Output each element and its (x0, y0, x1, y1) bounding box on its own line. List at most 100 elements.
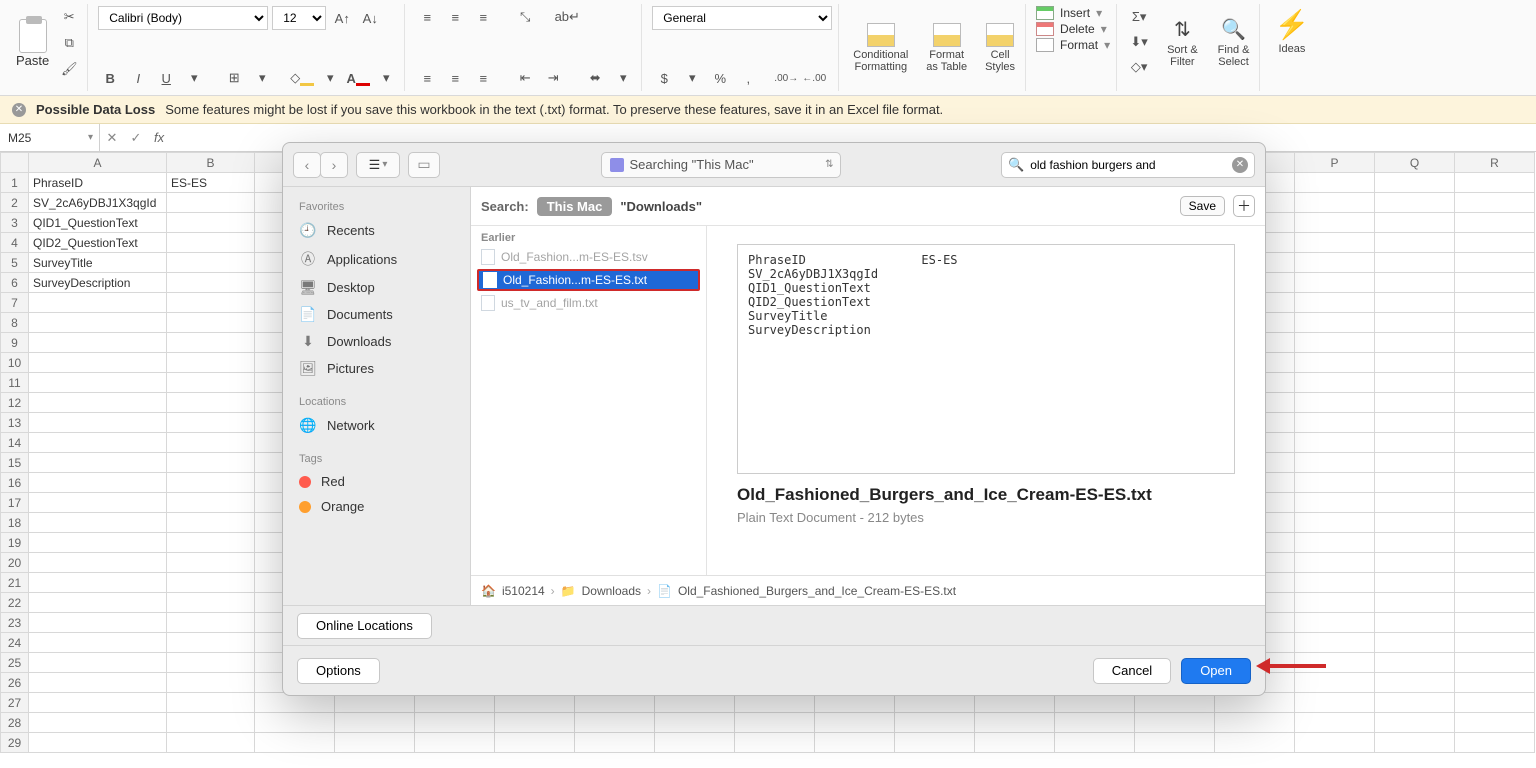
row-header[interactable]: 3 (1, 213, 29, 233)
conditional-formatting-button[interactable]: Conditional Formatting (849, 21, 912, 75)
row-header[interactable]: 22 (1, 593, 29, 613)
cell[interactable] (29, 473, 167, 493)
insert-button[interactable]: Insert▾ (1036, 6, 1110, 20)
location-dropdown[interactable]: Searching "This Mac" ⇅ (601, 152, 841, 178)
cell[interactable] (335, 733, 415, 753)
col-header-A[interactable]: A (29, 153, 167, 173)
cell[interactable] (167, 473, 255, 493)
name-box[interactable]: M25 (0, 124, 100, 151)
cell[interactable] (29, 293, 167, 313)
cell[interactable] (895, 733, 975, 753)
cell[interactable] (1375, 213, 1455, 233)
cell[interactable] (1455, 593, 1535, 613)
align-top-button[interactable]: ≡ (415, 6, 439, 28)
cell[interactable] (1375, 613, 1455, 633)
cell[interactable] (495, 733, 575, 753)
cell[interactable] (29, 413, 167, 433)
cell[interactable] (1375, 733, 1455, 753)
cell[interactable] (1295, 193, 1375, 213)
clear-search-button[interactable]: ✕ (1232, 157, 1248, 173)
file-row[interactable]: Old_Fashion...m-ES-ES.tsv (471, 246, 706, 268)
cell[interactable] (1295, 393, 1375, 413)
cell[interactable] (1375, 393, 1455, 413)
cell[interactable] (1455, 513, 1535, 533)
cell[interactable] (1295, 693, 1375, 713)
cell[interactable] (1295, 253, 1375, 273)
cell[interactable] (1455, 413, 1535, 433)
cell[interactable] (1455, 293, 1535, 313)
add-criteria-button[interactable]: ＋ (1233, 195, 1255, 217)
cell[interactable] (29, 313, 167, 333)
cell[interactable] (29, 693, 167, 713)
cell[interactable] (167, 433, 255, 453)
cell[interactable] (167, 533, 255, 553)
percent-button[interactable]: % (708, 67, 732, 89)
cell[interactable] (575, 713, 655, 733)
currency-button[interactable]: $ (652, 67, 676, 89)
cell[interactable] (655, 713, 735, 733)
cell[interactable] (1455, 173, 1535, 193)
cell[interactable] (29, 713, 167, 733)
cell[interactable] (29, 653, 167, 673)
cell[interactable] (29, 353, 167, 373)
cell[interactable] (167, 573, 255, 593)
cell[interactable] (1455, 713, 1535, 733)
row-header[interactable]: 6 (1, 273, 29, 293)
cell[interactable] (1295, 353, 1375, 373)
clear-button[interactable]: ◇▾ (1127, 56, 1151, 78)
cell[interactable] (1375, 693, 1455, 713)
cell[interactable] (29, 733, 167, 753)
cell[interactable] (1375, 353, 1455, 373)
cell[interactable] (1455, 653, 1535, 673)
cell[interactable]: SV_2cA6yDBJ1X3qgId (29, 193, 167, 213)
cell[interactable] (29, 493, 167, 513)
align-bottom-button[interactable]: ≡ (471, 6, 495, 28)
format-button[interactable]: Format▾ (1036, 38, 1110, 52)
cell[interactable] (167, 293, 255, 313)
align-left-button[interactable]: ≡ (415, 67, 439, 89)
cell[interactable] (1295, 433, 1375, 453)
cut-button[interactable]: ✂ (57, 6, 81, 28)
cancel-button[interactable]: Cancel (1093, 658, 1171, 684)
cell[interactable] (415, 713, 495, 733)
sidebar-item-pictures[interactable]: 🖼Pictures (283, 355, 470, 382)
scope-this-mac[interactable]: This Mac (537, 197, 613, 216)
cell[interactable] (167, 613, 255, 633)
cell[interactable] (1295, 173, 1375, 193)
cell[interactable] (167, 373, 255, 393)
cell[interactable] (1375, 313, 1455, 333)
row-header[interactable]: 12 (1, 393, 29, 413)
cell[interactable] (167, 633, 255, 653)
cell[interactable] (1295, 553, 1375, 573)
cell-styles-button[interactable]: Cell Styles (981, 21, 1019, 75)
file-row[interactable]: us_tv_and_film.txt (471, 292, 706, 314)
search-field[interactable]: 🔍 ✕ (1001, 152, 1255, 178)
borders-dropdown[interactable]: ▾ (250, 67, 274, 89)
cell[interactable] (1375, 193, 1455, 213)
cell[interactable] (1295, 413, 1375, 433)
sidebar-item-documents[interactable]: 📄Documents (283, 301, 470, 328)
cell[interactable] (815, 713, 895, 733)
fill-color-dropdown[interactable]: ▾ (318, 67, 342, 89)
close-warning-button[interactable]: ✕ (12, 103, 26, 117)
cell[interactable] (1295, 533, 1375, 553)
sidebar-item-desktop[interactable]: 🖥Desktop (283, 274, 470, 301)
cell[interactable] (167, 253, 255, 273)
crumb[interactable]: i510214 (502, 584, 545, 598)
row-header[interactable]: 16 (1, 473, 29, 493)
row-header[interactable]: 26 (1, 673, 29, 693)
enter-formula-button[interactable]: ✓ (124, 130, 148, 146)
cell[interactable] (1295, 273, 1375, 293)
orientation-button[interactable]: ⤡ (513, 6, 537, 28)
cell[interactable] (167, 513, 255, 533)
sidebar-item-downloads[interactable]: ⬇Downloads (283, 328, 470, 355)
file-row-selected[interactable]: Old_Fashion...m-ES-ES.txt (477, 269, 700, 291)
bold-button[interactable]: B (98, 67, 122, 89)
cell[interactable]: QID2_QuestionText (29, 233, 167, 253)
options-button[interactable]: Options (297, 658, 380, 684)
row-header[interactable]: 13 (1, 413, 29, 433)
search-input[interactable] (1030, 158, 1226, 172)
font-size-select[interactable]: 12 (272, 6, 326, 30)
cell[interactable] (1455, 393, 1535, 413)
cell[interactable] (1455, 573, 1535, 593)
